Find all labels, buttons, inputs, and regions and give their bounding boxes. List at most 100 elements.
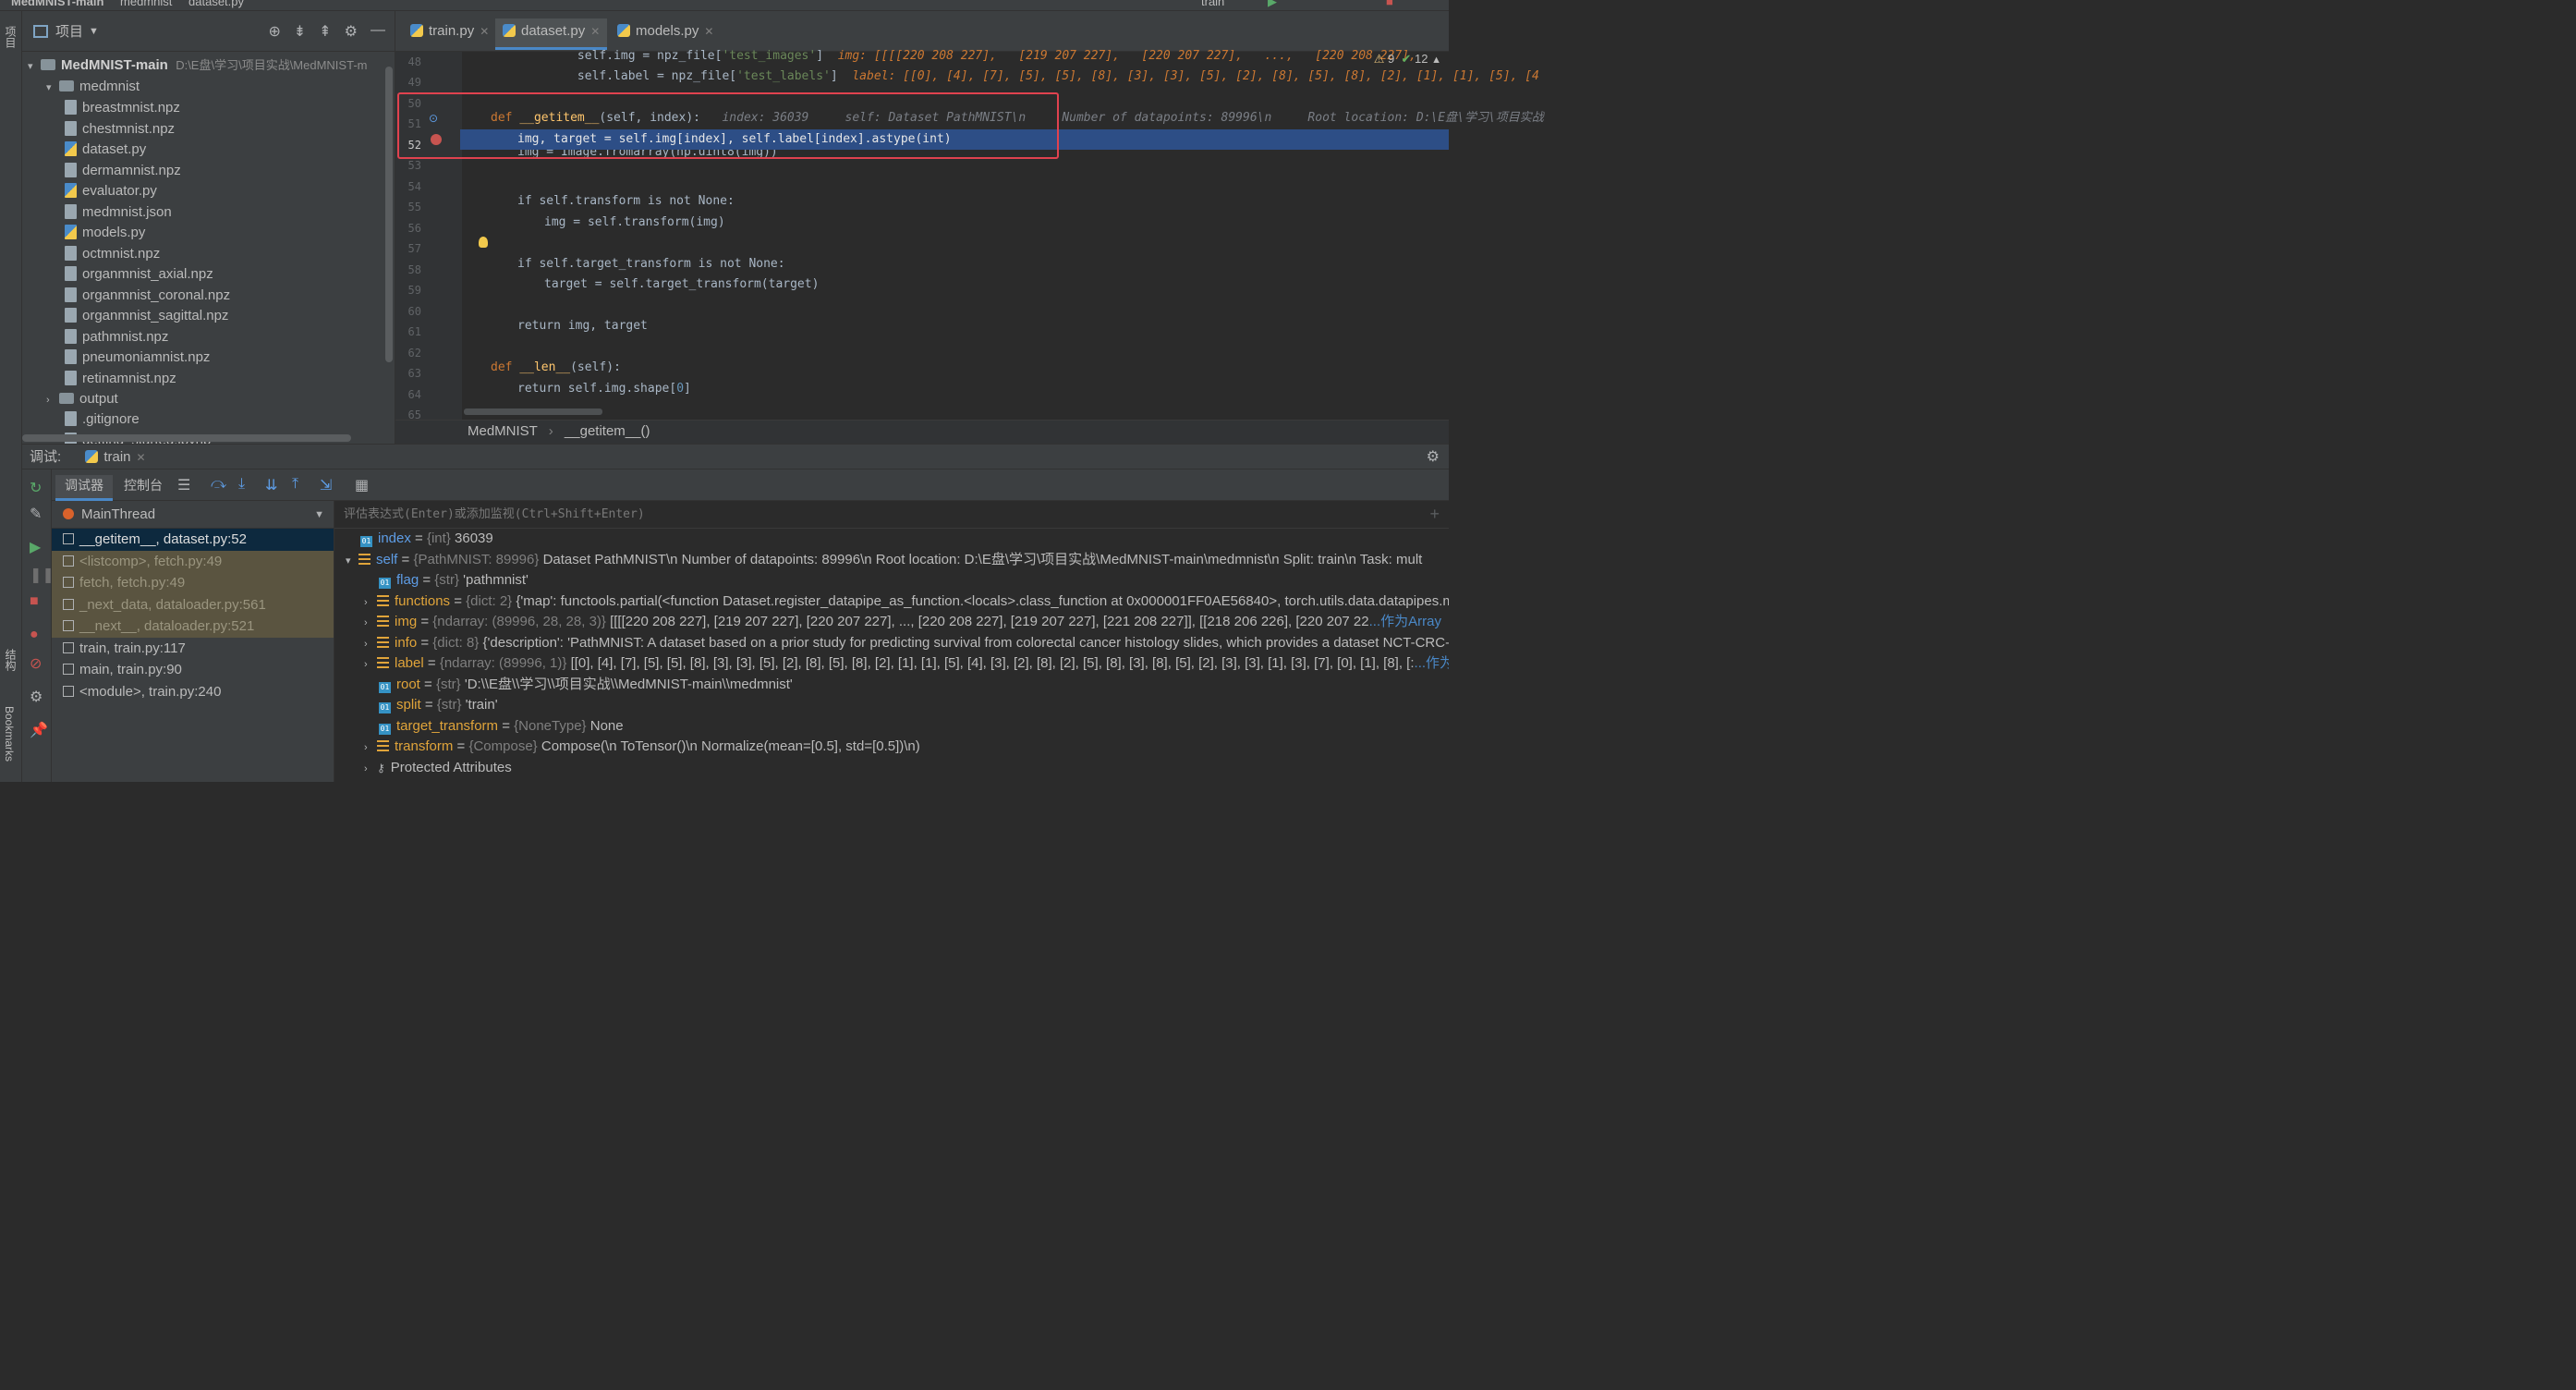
chevron-right-icon[interactable]: › bbox=[364, 613, 377, 633]
nav-project[interactable]: MedMNIST-main bbox=[11, 0, 103, 8]
step-into-icon[interactable]: ⤓ bbox=[238, 476, 245, 493]
tree-file[interactable]: breastmnist.npz bbox=[65, 98, 180, 118]
wrench-icon[interactable]: ✎ bbox=[30, 505, 42, 523]
chevron-right-icon[interactable]: › bbox=[46, 390, 59, 410]
var-label[interactable]: › label = {ndarray: (89996, 1)} [[0], [4]… bbox=[346, 653, 1449, 675]
project-tool-button[interactable]: 项目 bbox=[3, 26, 18, 48]
stop-icon[interactable]: ■ bbox=[1386, 0, 1393, 8]
step-over-icon[interactable]: ⤼ bbox=[211, 476, 226, 493]
close-icon[interactable]: ✕ bbox=[704, 25, 713, 38]
pause-icon[interactable]: ❚❚ bbox=[30, 566, 55, 584]
tree-file[interactable]: dermamnist.npz bbox=[65, 161, 181, 181]
thread-selector[interactable]: MainThread ▼ bbox=[52, 501, 334, 529]
tree-file[interactable]: organmnist_coronal.npz bbox=[65, 286, 230, 306]
step-out-icon[interactable]: ⤒ bbox=[292, 476, 298, 493]
var-index[interactable]: 01 index = {int} 36039 bbox=[346, 529, 1449, 550]
tab-models-py[interactable]: models.py ✕ bbox=[610, 18, 721, 50]
chevron-down-icon[interactable]: ▼ bbox=[89, 26, 99, 37]
chevron-right-icon[interactable]: › bbox=[364, 592, 377, 613]
var-root[interactable]: 01 root = {str} 'D:\\E盘\\学习\\项目实战\\MedMNI… bbox=[346, 675, 1449, 696]
locate-icon[interactable]: ⊕ bbox=[268, 22, 280, 41]
tree-folder-output[interactable]: › output bbox=[46, 389, 118, 409]
tab-train-py[interactable]: train.py ✕ bbox=[403, 18, 496, 50]
project-scrollbar[interactable] bbox=[385, 67, 393, 362]
tree-file[interactable]: models.py bbox=[65, 223, 145, 243]
editor-horizontal-scrollbar[interactable] bbox=[464, 408, 602, 415]
inspection-widget[interactable]: ⚠ 9 ✔ 12 ▲ bbox=[1374, 52, 1441, 67]
breadcrumb-method[interactable]: __getitem__() bbox=[565, 423, 650, 439]
tree-file[interactable]: medmnist.json bbox=[65, 202, 172, 223]
frame-item[interactable]: _next_data, dataloader.py:561 bbox=[52, 593, 334, 616]
frame-item[interactable]: fetch, fetch.py:49 bbox=[52, 572, 334, 594]
evaluate-expression-input[interactable]: 评估表达式(Enter)或添加监视(Ctrl+Shift+Enter) bbox=[334, 501, 1449, 529]
tree-file[interactable]: organmnist_axial.npz bbox=[65, 264, 213, 285]
tree-file[interactable]: pathmnist.npz bbox=[65, 327, 168, 348]
view-as-array-link[interactable]: ...作为Array bbox=[1369, 614, 1441, 629]
var-protected-attributes[interactable]: › ⚷ Protected Attributes bbox=[346, 758, 1449, 779]
tab-console[interactable]: 控制台 bbox=[115, 475, 172, 501]
expand-all-icon[interactable]: ⇟ bbox=[294, 22, 306, 41]
settings-icon[interactable]: ⚙ bbox=[30, 688, 43, 706]
run-icon[interactable]: ▶ bbox=[1268, 0, 1277, 9]
nav-file[interactable]: dataset.py bbox=[188, 0, 244, 8]
pin-icon[interactable]: 📌 bbox=[30, 721, 48, 739]
close-icon[interactable]: ✕ bbox=[590, 25, 600, 38]
tree-file[interactable]: octmnist.npz bbox=[65, 244, 160, 264]
tree-root[interactable]: ▾ MedMNIST-main D:\E盘\学习\项目实战\MedMNIST-m bbox=[28, 55, 367, 76]
chevron-up-icon[interactable]: ▲ bbox=[1431, 55, 1441, 66]
tree-file-gitignore[interactable]: .gitignore bbox=[65, 409, 140, 430]
rerun-icon[interactable]: ↻ bbox=[30, 479, 42, 497]
chevron-down-icon[interactable]: ▾ bbox=[28, 56, 41, 77]
chevron-right-icon[interactable]: › bbox=[364, 759, 377, 779]
structure-tool-button[interactable]: 结构 bbox=[3, 649, 18, 671]
frame-item[interactable]: __next__, dataloader.py:521 bbox=[52, 616, 334, 638]
collapse-all-icon[interactable]: ⇞ bbox=[319, 22, 331, 41]
breadcrumb-class[interactable]: MedMNIST bbox=[468, 423, 538, 439]
chevron-right-icon[interactable]: › bbox=[364, 738, 377, 758]
stop-icon[interactable]: ■ bbox=[30, 593, 39, 610]
frame-item[interactable]: main, train.py:90 bbox=[52, 659, 334, 681]
chevron-right-icon[interactable]: › bbox=[364, 634, 377, 654]
layout-icon[interactable]: ☰ bbox=[177, 476, 190, 494]
chevron-down-icon[interactable]: ▾ bbox=[346, 551, 358, 571]
hide-icon[interactable]: — bbox=[371, 22, 385, 41]
frame-item[interactable]: __getitem__, dataset.py:52 bbox=[52, 529, 334, 551]
tree-folder-medmnist[interactable]: ▾ medmnist bbox=[46, 77, 140, 97]
tree-file[interactable]: organmnist_sagittal.npz bbox=[65, 306, 228, 326]
frame-item[interactable]: <module>, train.py:240 bbox=[52, 681, 334, 703]
tab-debugger[interactable]: 调试器 bbox=[55, 475, 113, 501]
tree-file[interactable]: chestmnist.npz bbox=[65, 119, 175, 140]
lightbulb-icon[interactable] bbox=[479, 237, 488, 248]
add-watch-icon[interactable]: + bbox=[1429, 505, 1440, 524]
gear-icon[interactable]: ⚙ bbox=[1427, 445, 1440, 470]
gear-icon[interactable]: ⚙ bbox=[345, 22, 358, 41]
view-breakpoints-icon[interactable]: ● bbox=[30, 627, 39, 643]
bookmarks-tool-button[interactable]: Bookmarks bbox=[3, 706, 16, 762]
run-to-cursor-icon[interactable]: ⇲ bbox=[320, 476, 332, 494]
close-icon[interactable]: ✕ bbox=[480, 25, 489, 38]
var-target-transform[interactable]: 01 target_transform = {NoneType} None bbox=[346, 716, 1449, 738]
var-img[interactable]: › img = {ndarray: (89996, 28, 28, 3)} [[[… bbox=[346, 612, 1449, 633]
var-functions[interactable]: › functions = {dict: 2} {'map': functools… bbox=[346, 591, 1449, 613]
project-panel-title[interactable]: 项目 bbox=[55, 21, 83, 41]
var-self[interactable]: ▾ self = {PathMNIST: 89996} Dataset PathM… bbox=[346, 550, 1449, 571]
debug-session-tab[interactable]: train ✕ bbox=[85, 449, 146, 465]
chevron-right-icon[interactable]: › bbox=[364, 654, 377, 675]
tab-dataset-py[interactable]: dataset.py ✕ bbox=[495, 18, 608, 50]
resume-icon[interactable]: ▶ bbox=[30, 538, 41, 556]
close-icon[interactable]: ✕ bbox=[137, 451, 146, 464]
frame-item[interactable]: <listcomp>, fetch.py:49 bbox=[52, 550, 334, 572]
var-info[interactable]: › info = {dict: 8} {'description': 'PathM… bbox=[346, 633, 1449, 654]
chevron-down-icon[interactable]: ▼ bbox=[314, 501, 324, 529]
tree-file[interactable]: evaluator.py bbox=[65, 181, 157, 201]
step-into-my-code-icon[interactable]: ⇊ bbox=[265, 476, 277, 494]
evaluate-expression-icon[interactable]: ▦ bbox=[355, 476, 369, 494]
mute-breakpoints-icon[interactable]: ⊘ bbox=[30, 654, 42, 673]
nav-folder[interactable]: medmnist bbox=[120, 0, 172, 8]
tree-file[interactable]: dataset.py bbox=[65, 140, 146, 160]
var-flag[interactable]: 01 flag = {str} 'pathmnist' bbox=[346, 570, 1449, 591]
var-transform[interactable]: › transform = {Compose} Compose(\n ToTens… bbox=[346, 737, 1449, 758]
frame-item[interactable]: train, train.py:117 bbox=[52, 638, 334, 660]
tree-file[interactable]: pneumoniamnist.npz bbox=[65, 348, 210, 368]
tree-file[interactable]: retinamnist.npz bbox=[65, 369, 176, 389]
